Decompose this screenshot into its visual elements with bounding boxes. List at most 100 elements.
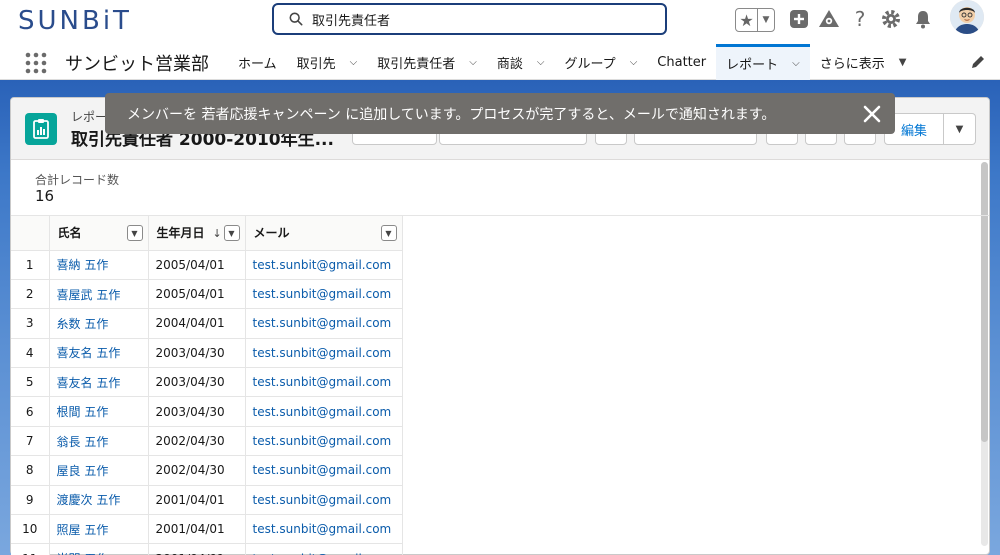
favorites-star-icon[interactable]: ★ bbox=[736, 9, 758, 31]
email-link[interactable]: test.sunbit@gmail.com bbox=[245, 543, 403, 555]
contact-name-link[interactable]: 渡慶次 五作 bbox=[49, 485, 149, 516]
row-number: 7 bbox=[11, 426, 50, 457]
report-table-wrapper: 氏名 ▼ 生年月日 ↓ ▼ メール ▼ 1 喜納 五作 2005/04/01 test.… bbox=[11, 215, 989, 555]
app-name: サンビット営業部 bbox=[65, 54, 209, 75]
birthdate-cell: 2001/04/01 bbox=[148, 514, 246, 545]
email-link[interactable]: test.sunbit@gmail.com bbox=[245, 485, 403, 516]
email-link[interactable]: test.sunbit@gmail.com bbox=[245, 308, 403, 339]
trailhead-icon[interactable] bbox=[818, 8, 840, 30]
edit-nav-pencil-icon[interactable] bbox=[970, 54, 986, 70]
column-header-name[interactable]: 氏名 ▼ bbox=[49, 216, 149, 251]
chevron-down-icon[interactable]: ⌵ bbox=[792, 58, 800, 69]
row-number: 4 bbox=[11, 338, 50, 369]
toast-message: メンバーを 若者応援キャンペーン に追加しています。プロセスが完了すると、メール… bbox=[127, 107, 776, 123]
caret-down-icon[interactable]: ▼ bbox=[899, 57, 907, 68]
chevron-down-icon[interactable]: ⌵ bbox=[630, 57, 638, 68]
edit-menu-dropdown-icon[interactable]: ▼ bbox=[944, 113, 976, 145]
email-link[interactable]: test.sunbit@gmail.com bbox=[245, 514, 403, 545]
birthdate-cell: 2003/04/30 bbox=[148, 396, 246, 427]
contact-name-link[interactable]: 照屋 五作 bbox=[49, 514, 149, 545]
app-launcher-waffle-icon[interactable] bbox=[25, 52, 47, 74]
sunbit-logo[interactable]: SUNBiT bbox=[18, 6, 132, 36]
nav-tab-label: 取引先責任者 bbox=[377, 56, 456, 72]
nav-tab-label: 商談 bbox=[496, 56, 523, 72]
toast-notification: メンバーを 若者応援キャンペーン に追加しています。プロセスが完了すると、メール… bbox=[105, 93, 895, 134]
email-link[interactable]: test.sunbit@gmail.com bbox=[245, 279, 403, 310]
table-row: 3 糸数 五作 2004/04/01 test.sunbit@gmail.com bbox=[11, 308, 403, 339]
table-row: 9 渡慶次 五作 2001/04/01 test.sunbit@gmail.com bbox=[11, 485, 403, 516]
favorites-dropdown-icon[interactable]: ▼ bbox=[758, 9, 774, 31]
global-actions-icon[interactable] bbox=[788, 8, 810, 30]
nav-tab-label: レポート bbox=[726, 58, 779, 73]
table-row: 2 喜屋武 五作 2005/04/01 test.sunbit@gmail.com bbox=[11, 279, 403, 310]
nav-tab-contacts[interactable]: 取引先責任者 ⌵ bbox=[367, 44, 487, 80]
chevron-down-icon[interactable]: ⌵ bbox=[469, 57, 477, 68]
nav-tab-more[interactable]: さらに表示 ▼ bbox=[810, 44, 917, 80]
nav-tab-label: ホーム bbox=[238, 56, 277, 72]
column-header-label: 生年月日 bbox=[156, 226, 205, 241]
contact-name-link[interactable]: 喜納 五作 bbox=[49, 250, 149, 280]
table-row: 1 喜納 五作 2005/04/01 test.sunbit@gmail.com bbox=[11, 250, 403, 280]
table-row: 7 翁長 五作 2002/04/30 test.sunbit@gmail.com bbox=[11, 426, 403, 457]
contact-name-link[interactable]: 根間 五作 bbox=[49, 396, 149, 427]
birthdate-cell: 2005/04/01 bbox=[148, 250, 246, 280]
sort-descending-icon[interactable]: ↓ bbox=[213, 227, 222, 240]
email-link[interactable]: test.sunbit@gmail.com bbox=[245, 250, 403, 280]
setup-gear-icon[interactable] bbox=[880, 8, 902, 30]
birthdate-cell: 2005/04/01 bbox=[148, 279, 246, 310]
contact-name-link[interactable]: 喜友名 五作 bbox=[49, 367, 149, 398]
nav-tab-label: グループ bbox=[564, 56, 616, 72]
close-icon[interactable] bbox=[863, 105, 881, 123]
birthdate-cell: 2001/04/01 bbox=[148, 543, 246, 555]
nav-tab-reports[interactable]: レポート ⌵ bbox=[716, 44, 810, 80]
nav-tab-chatter[interactable]: Chatter bbox=[647, 44, 716, 80]
column-header-email[interactable]: メール ▼ bbox=[245, 216, 403, 251]
global-search[interactable] bbox=[272, 3, 667, 35]
nav-tab-opportunities[interactable]: 商談 ⌵ bbox=[487, 44, 555, 80]
email-link[interactable]: test.sunbit@gmail.com bbox=[245, 338, 403, 369]
nav-tab-groups[interactable]: グループ ⌵ bbox=[554, 44, 647, 80]
table-row: 10 照屋 五作 2001/04/01 test.sunbit@gmail.com bbox=[11, 514, 403, 545]
table-row: 4 喜友名 五作 2003/04/30 test.sunbit@gmail.com bbox=[11, 338, 403, 369]
row-number: 6 bbox=[11, 396, 50, 427]
nav-tab-home[interactable]: ホーム bbox=[228, 44, 287, 80]
column-header-birthdate[interactable]: 生年月日 ↓ ▼ bbox=[148, 216, 246, 251]
row-number: 8 bbox=[11, 455, 50, 486]
table-row: 11当間 五作2001/04/01test.sunbit@gmail.com bbox=[11, 543, 403, 555]
contact-name-link[interactable]: 喜屋武 五作 bbox=[49, 279, 149, 310]
notification-bell-icon[interactable] bbox=[912, 8, 934, 30]
chevron-down-icon[interactable]: ⌵ bbox=[537, 57, 545, 68]
column-menu-icon[interactable]: ▼ bbox=[380, 225, 397, 241]
row-number: 2 bbox=[11, 279, 50, 310]
table-row: 8 屋良 五作 2002/04/30 test.sunbit@gmail.com bbox=[11, 455, 403, 486]
nav-tabs: ホーム 取引先 ⌵ 取引先責任者 ⌵ 商談 ⌵ グループ ⌵ Chatter レ… bbox=[228, 44, 916, 80]
help-icon[interactable]: ? bbox=[849, 8, 871, 30]
row-number: 1 bbox=[11, 250, 50, 280]
svg-text:?: ? bbox=[855, 9, 866, 29]
email-link[interactable]: test.sunbit@gmail.com bbox=[245, 426, 403, 457]
row-number: 9 bbox=[11, 485, 50, 516]
table-row: 5 喜友名 五作 2003/04/30 test.sunbit@gmail.com bbox=[11, 367, 403, 398]
search-input[interactable] bbox=[312, 9, 652, 29]
user-avatar[interactable] bbox=[950, 0, 984, 34]
row-number: 11 bbox=[11, 543, 50, 555]
birthdate-cell: 2003/04/30 bbox=[148, 338, 246, 369]
contact-name-link[interactable]: 屋良 五作 bbox=[49, 455, 149, 486]
email-link[interactable]: test.sunbit@gmail.com bbox=[245, 367, 403, 398]
record-count-value: 16 bbox=[35, 187, 55, 205]
column-menu-icon[interactable]: ▼ bbox=[223, 225, 240, 241]
favorites-group: ★ ▼ bbox=[735, 8, 775, 32]
nav-tab-accounts[interactable]: 取引先 ⌵ bbox=[287, 44, 368, 80]
contact-name-link[interactable]: 当間 五作 bbox=[49, 543, 149, 555]
record-count-label: 合計レコード数 bbox=[35, 173, 120, 187]
column-menu-icon[interactable]: ▼ bbox=[126, 225, 143, 241]
birthdate-cell: 2001/04/01 bbox=[148, 485, 246, 516]
row-number-header bbox=[11, 216, 50, 251]
email-link[interactable]: test.sunbit@gmail.com bbox=[245, 396, 403, 427]
chevron-down-icon[interactable]: ⌵ bbox=[350, 57, 358, 68]
contact-name-link[interactable]: 糸数 五作 bbox=[49, 308, 149, 339]
email-link[interactable]: test.sunbit@gmail.com bbox=[245, 455, 403, 486]
contact-name-link[interactable]: 翁長 五作 bbox=[49, 426, 149, 457]
contact-name-link[interactable]: 喜友名 五作 bbox=[49, 338, 149, 369]
column-header-label: メール bbox=[253, 226, 290, 241]
